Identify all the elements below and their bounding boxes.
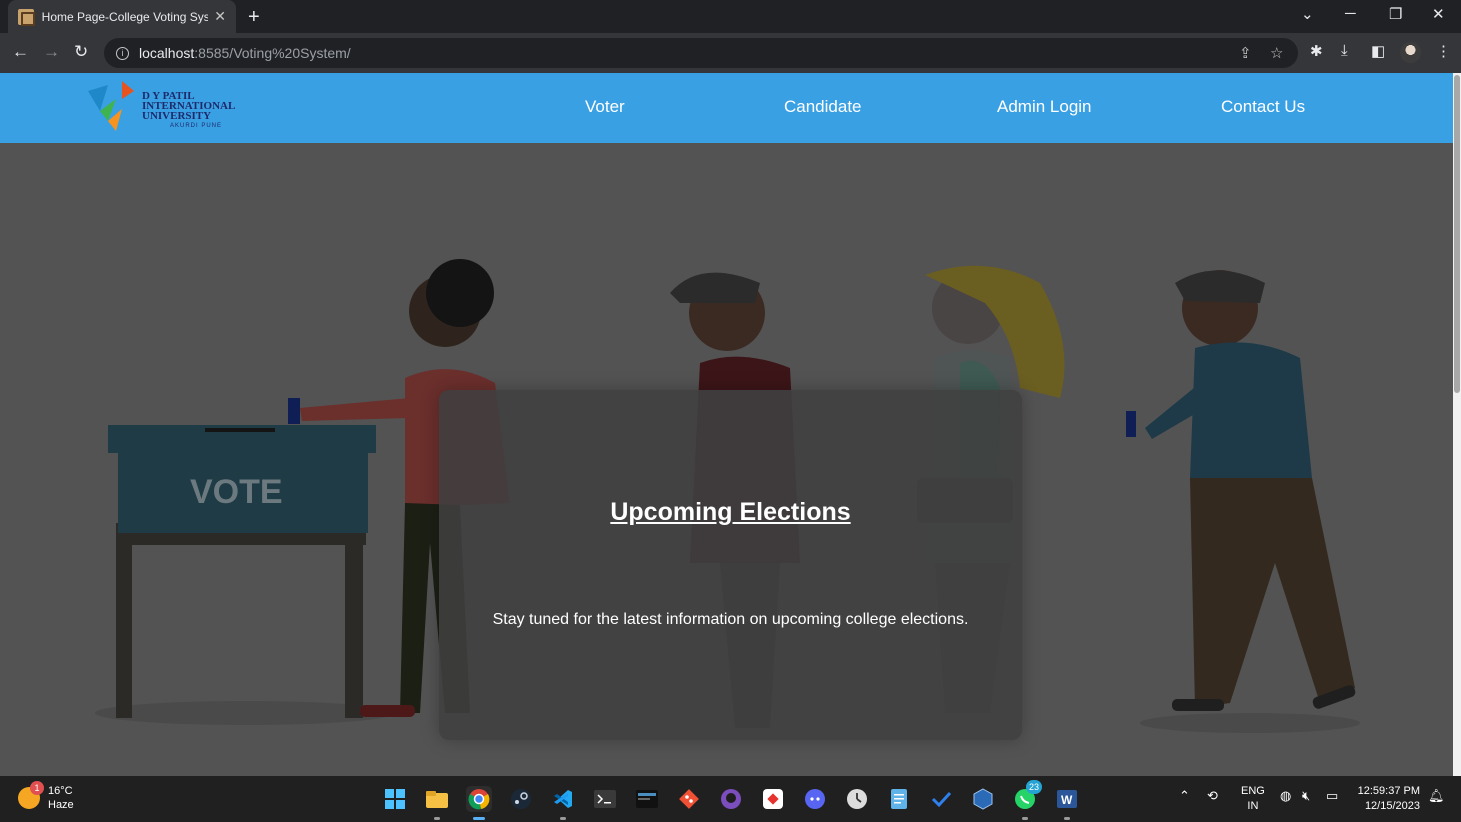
windows-start-icon[interactable]	[382, 786, 408, 812]
terminal-icon[interactable]	[592, 786, 618, 812]
tab-title: Home Page-College Voting System	[41, 9, 209, 24]
clock-time: 12:59:37 PM	[1357, 785, 1420, 797]
anydesk-icon[interactable]	[760, 786, 786, 812]
virtualbox-icon[interactable]	[970, 786, 996, 812]
site-navbar: D Y PATIL INTERNATIONAL UNIVERSITY AKURD…	[0, 73, 1453, 143]
github-desktop-icon[interactable]	[718, 786, 744, 812]
git-icon[interactable]	[676, 786, 702, 812]
nav-admin-login[interactable]: Admin Login	[997, 97, 1092, 117]
language-line-1: ENG	[1241, 785, 1265, 797]
file-explorer-icon[interactable]	[424, 786, 450, 820]
notepad-icon[interactable]	[886, 786, 912, 812]
whatsapp-badge: 23	[1026, 780, 1042, 794]
site-favicon-icon	[18, 8, 35, 26]
todo-icon[interactable]	[928, 786, 954, 812]
menu-dots-icon[interactable]: ⋮	[1436, 42, 1451, 60]
weather-badge: 1	[30, 781, 44, 795]
browser-tab[interactable]: Home Page-College Voting System ✕	[8, 0, 236, 33]
clock-date: 12/15/2023	[1364, 800, 1420, 812]
clock-app-icon[interactable]	[844, 786, 870, 812]
nav-contact-us[interactable]: Contact Us	[1221, 97, 1305, 117]
volume-muted-icon[interactable]: 🔇︎	[1302, 788, 1310, 804]
steam-icon[interactable]	[508, 786, 534, 812]
weather-widget[interactable]: 1 16°C Haze	[18, 781, 74, 812]
tray-overflow-icon[interactable]: ⌃	[1179, 788, 1190, 804]
notification-bell-icon[interactable]: 🔔︎	[1428, 788, 1445, 804]
weather-temp: 16°C	[48, 785, 73, 797]
logo-line-3: UNIVERSITY	[142, 110, 212, 122]
whatsapp-icon[interactable]: 23	[1012, 780, 1042, 820]
address-bar[interactable]: i localhost :8585/Voting%20System/ ⇪ ☆	[104, 38, 1298, 68]
site-info-icon[interactable]: i	[116, 46, 129, 60]
sync-icon[interactable]: ⟲	[1207, 788, 1218, 804]
side-panel-icon[interactable]: ◧	[1371, 42, 1385, 60]
forward-icon[interactable]: →	[43, 42, 60, 62]
restore-icon[interactable]: ❐	[1389, 5, 1402, 23]
share-icon[interactable]: ⇪	[1239, 44, 1252, 62]
language-line-2: IN	[1247, 800, 1259, 812]
close-tab-icon[interactable]: ✕	[214, 8, 226, 25]
mysql-workbench-icon[interactable]	[634, 786, 660, 812]
word-icon[interactable]: W	[1054, 786, 1080, 820]
back-icon[interactable]: ←	[12, 42, 29, 62]
discord-icon[interactable]	[802, 786, 828, 812]
weather-condition: Haze	[48, 799, 74, 811]
windows-taskbar: 1 16°C Haze 23 W ⌃ ⟲ ENG IN ◍ 🔇︎ ▭ 12:59…	[0, 776, 1461, 822]
browser-toolbar: ← → ↻ i localhost :8585/Voting%20System/…	[0, 33, 1461, 73]
profile-avatar[interactable]	[1400, 42, 1421, 63]
new-tab-icon[interactable]: +	[248, 6, 260, 29]
download-icon[interactable]: ⤓	[1341, 42, 1348, 59]
university-logo-icon	[88, 81, 134, 131]
language-indicator[interactable]: ENG IN	[1241, 784, 1265, 814]
logo-text: D Y PATIL INTERNATIONAL UNIVERSITY	[142, 91, 235, 122]
nav-voter[interactable]: Voter	[585, 97, 625, 117]
vscode-icon[interactable]	[550, 786, 576, 820]
card-title[interactable]: Upcoming Elections	[439, 498, 1022, 527]
university-logo[interactable]: D Y PATIL INTERNATIONAL UNIVERSITY AKURD…	[86, 81, 236, 135]
web-page: D Y PATIL INTERNATIONAL UNIVERSITY AKURD…	[0, 73, 1453, 776]
weather-haze-icon: 1	[18, 781, 44, 809]
system-clock[interactable]: 12:59:37 PM 12/15/2023	[1354, 784, 1420, 814]
svg-text:W: W	[1061, 793, 1073, 807]
reload-icon[interactable]: ↻	[74, 42, 88, 62]
url-host: localhost	[139, 45, 195, 61]
ballot-box-label: VOTE	[190, 473, 283, 511]
url-path: :8585/Voting%20System/	[194, 45, 351, 61]
tab-search-icon[interactable]: ⌄	[1301, 5, 1314, 23]
minimize-icon[interactable]: ─	[1345, 5, 1356, 22]
battery-icon[interactable]: ▭	[1326, 788, 1338, 804]
scrollbar-thumb[interactable]	[1454, 75, 1460, 393]
logo-subtext: AKURDI PUNE	[170, 123, 223, 129]
browser-tab-strip: Home Page-College Voting System ✕ + ⌄ ─ …	[0, 0, 1461, 33]
upcoming-elections-card: Upcoming Elections Stay tuned for the la…	[439, 390, 1022, 740]
window-close-icon[interactable]: ✕	[1432, 5, 1445, 23]
chrome-icon[interactable]	[466, 786, 492, 820]
hero-section: VOTE Upcoming Elections Stay tuned for t…	[0, 143, 1453, 776]
extensions-icon[interactable]: ✱	[1310, 42, 1323, 60]
page-scrollbar[interactable]	[1453, 73, 1461, 776]
network-globe-icon[interactable]: ◍	[1280, 788, 1291, 804]
nav-candidate[interactable]: Candidate	[784, 97, 862, 117]
bookmark-star-icon[interactable]: ☆	[1270, 44, 1283, 62]
card-text: Stay tuned for the latest information on…	[492, 611, 969, 628]
